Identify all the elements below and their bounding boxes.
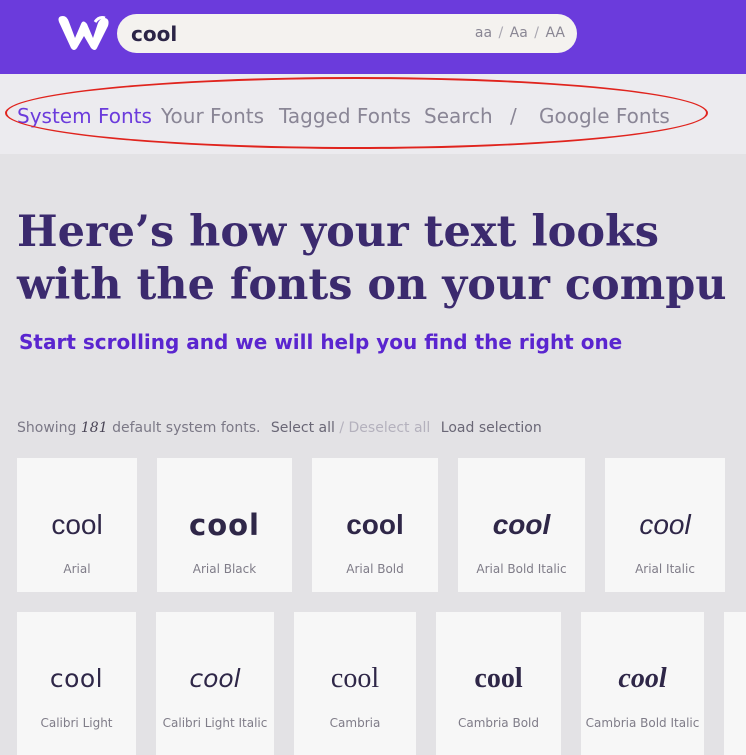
font-card-arial-bold[interactable]: cool Arial Bold	[312, 458, 438, 592]
summary-prefix: Showing	[17, 420, 77, 436]
font-sample: cool	[330, 663, 380, 694]
font-name: Cambria	[329, 716, 381, 730]
nav-search[interactable]: Search	[424, 104, 493, 128]
nav-tagged-fonts[interactable]: Tagged Fonts	[279, 104, 411, 128]
summary-suffix: default system fonts.	[112, 420, 261, 436]
title-line-1: Here’s how your text looks	[17, 207, 660, 257]
case-upper-option[interactable]: AA	[545, 25, 565, 41]
select-all-link[interactable]: Select all	[271, 420, 335, 436]
font-card-cambria-bold-italic[interactable]: cool Cambria Bold Italic	[581, 612, 704, 755]
load-selection-link[interactable]: Load selection	[441, 420, 542, 436]
nav-system-fonts[interactable]: System Fonts	[17, 104, 152, 128]
font-name: Arial Italic	[635, 562, 695, 576]
font-sample: cool	[474, 663, 523, 694]
font-sample: cool	[189, 508, 260, 542]
font-card-arial[interactable]: cool Arial	[17, 458, 137, 592]
subtitle: Start scrolling and we will help you fin…	[19, 330, 623, 354]
font-card-arial-italic[interactable]: cool Arial Italic	[605, 458, 725, 592]
case-title-option[interactable]: Aa	[510, 25, 528, 41]
font-sample: cool	[189, 664, 241, 693]
logo-icon[interactable]	[55, 14, 111, 52]
font-sample: cool	[639, 509, 691, 540]
font-card-cambria[interactable]: cool Cambria	[294, 612, 416, 755]
nav-google-fonts[interactable]: Google Fonts	[539, 104, 670, 128]
font-name: Arial Bold	[346, 562, 404, 576]
case-toggle: aa / Aa / AA	[474, 25, 565, 41]
font-sample: cool	[618, 663, 667, 694]
top-bar: aa / Aa / AA	[0, 0, 746, 74]
font-card-cambria-bold[interactable]: cool Cambria Bold	[436, 612, 561, 755]
font-name: Arial Bold Italic	[476, 562, 567, 576]
font-name: Arial	[63, 562, 91, 576]
font-card-partial[interactable]	[724, 612, 746, 755]
nav-your-fonts[interactable]: Your Fonts	[161, 104, 264, 128]
font-count: 181	[80, 420, 108, 436]
search-field: aa / Aa / AA	[117, 14, 577, 53]
title-line-2: with the fonts on your compu	[17, 260, 727, 310]
font-name: Cambria Bold	[458, 716, 539, 730]
font-card-calibri-light[interactable]: cool Calibri Light	[17, 612, 136, 755]
page-title: Here’s how your text looks with the font…	[17, 206, 746, 312]
search-input[interactable]	[131, 14, 451, 53]
font-name: Arial Black	[192, 562, 257, 576]
font-sample: cool	[51, 509, 103, 540]
font-name: Calibri Light	[40, 716, 113, 730]
font-card-arial-bold-italic[interactable]: cool Arial Bold Italic	[458, 458, 585, 592]
case-lower-option[interactable]: aa	[475, 25, 492, 41]
fonts-summary: Showing 181 default system fonts. Select…	[17, 420, 542, 436]
deselect-all-link[interactable]: / Deselect all	[339, 420, 430, 436]
nav-separator: /	[510, 104, 517, 128]
font-card-calibri-light-italic[interactable]: cool Calibri Light Italic	[156, 612, 274, 755]
font-card-arial-black[interactable]: cool Arial Black	[157, 458, 292, 592]
font-sample: cool	[492, 509, 551, 540]
font-name: Calibri Light Italic	[162, 716, 268, 730]
font-sample: cool	[49, 664, 104, 693]
font-name: Cambria Bold Italic	[585, 716, 700, 730]
font-sample: cool	[346, 509, 404, 540]
